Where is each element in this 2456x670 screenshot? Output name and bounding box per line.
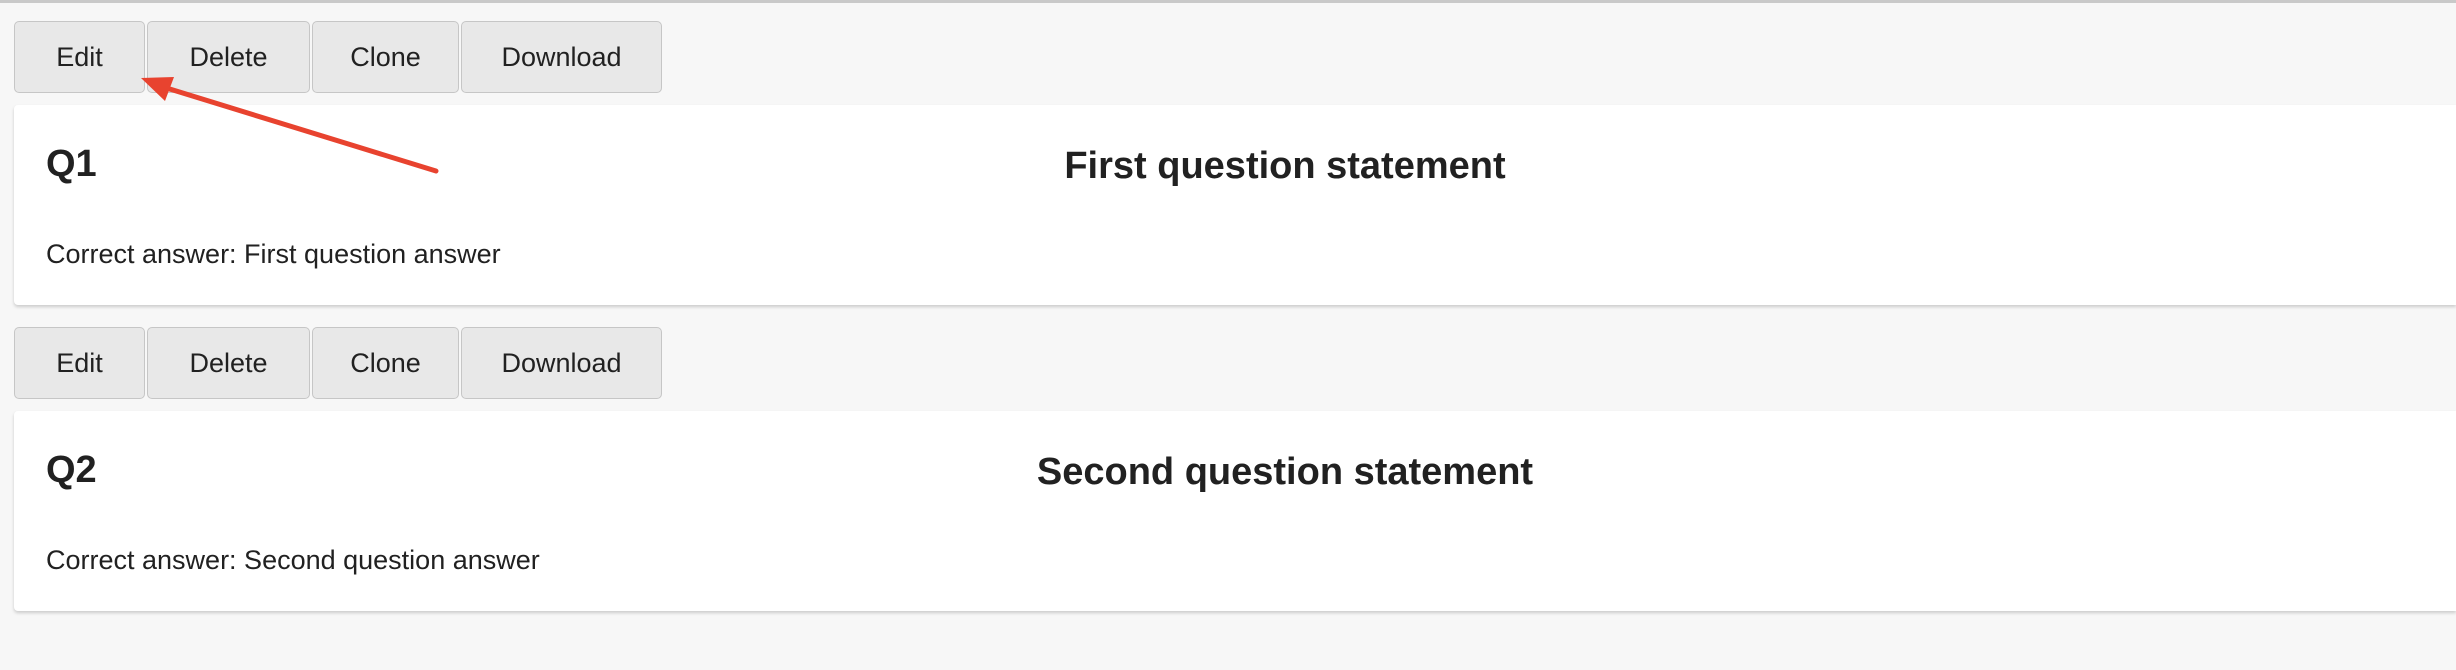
download-button[interactable]: Download [461,327,662,399]
top-divider [0,0,2456,3]
download-button[interactable]: Download [461,21,662,93]
question-block-2: Edit Delete Clone Download Q2 Second que… [14,327,2456,611]
clone-button[interactable]: Clone [312,21,459,93]
question-card: Q1 First question statement Correct answ… [14,105,2456,305]
question-list-page: Edit Delete Clone Download Q1 First ques… [0,0,2456,670]
question-toolbar: Edit Delete Clone Download [14,327,2456,399]
clone-button[interactable]: Clone [312,327,459,399]
question-statement: Second question statement [1036,451,1534,493]
edit-button[interactable]: Edit [14,327,145,399]
delete-button[interactable]: Delete [147,327,310,399]
question-statement: First question statement [1064,145,1506,187]
edit-button[interactable]: Edit [14,21,145,93]
correct-answer: Correct answer: Second question answer [46,545,540,575]
question-block-1: Edit Delete Clone Download Q1 First ques… [14,21,2456,305]
question-card: Q2 Second question statement Correct ans… [14,411,2456,611]
correct-answer: Correct answer: First question answer [46,239,501,269]
delete-button[interactable]: Delete [147,21,310,93]
question-toolbar: Edit Delete Clone Download [14,21,2456,93]
